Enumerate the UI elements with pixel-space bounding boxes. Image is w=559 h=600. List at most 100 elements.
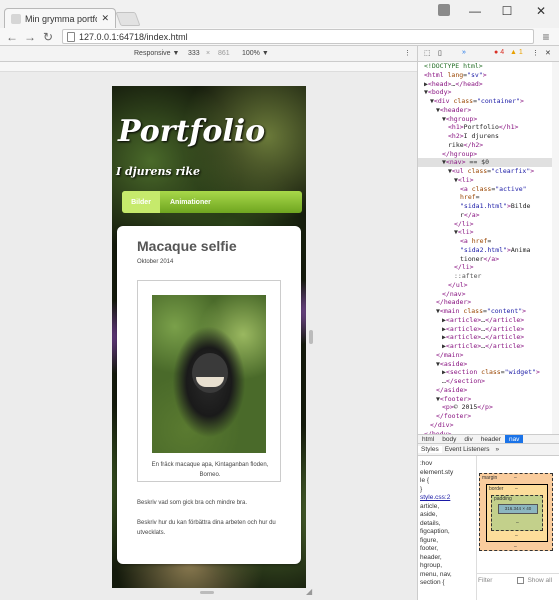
dom-node-line[interactable]: </li>	[418, 263, 552, 272]
box-model-content: 316.344 × 40	[498, 504, 538, 514]
dom-node-line[interactable]: ▼<body>	[418, 88, 552, 97]
dom-node-line[interactable]: ▶<section class="widget">	[418, 368, 552, 377]
dom-node-line[interactable]: ▶<article>…</article>	[418, 325, 552, 334]
dom-node-line[interactable]: <p>© 2015</p>	[418, 403, 552, 412]
dom-node-line[interactable]: </header>	[418, 298, 552, 307]
viewport-height-input[interactable]: 861	[218, 50, 230, 57]
user-icon[interactable]	[438, 4, 450, 16]
menu-icon[interactable]: ≡	[538, 29, 554, 45]
nav-link-animationer[interactable]: Animationer	[160, 199, 211, 206]
url-field[interactable]: 127.0.0.1:64718/index.html	[62, 29, 534, 44]
minimize-icon[interactable]: —	[460, 0, 490, 22]
dom-node-line[interactable]: ▼<header>	[418, 106, 552, 115]
dom-node-line[interactable]: ▶<article>…</article>	[418, 316, 552, 325]
elements-tree[interactable]: <!DOCTYPE html> <html lang="sv"> ▶<head>…<…	[418, 62, 552, 434]
filter-input[interactable]: Filter	[478, 577, 492, 584]
zoom-select[interactable]: 100% ▼	[242, 50, 269, 57]
dom-node-line[interactable]: "sida2.html">Anima	[418, 246, 552, 255]
reload-icon[interactable]: ↻	[40, 29, 56, 45]
panels-more-icon[interactable]: »	[462, 49, 466, 56]
styles-pane[interactable]: :hov element.sty le {} style.css:2 article, a…	[418, 456, 476, 600]
dom-node-line[interactable]: <!DOCTYPE html>	[418, 62, 552, 71]
dom-node-line[interactable]: </main>	[418, 351, 552, 360]
breadcrumb-header[interactable]: header	[477, 435, 505, 443]
elements-scrollbar[interactable]	[552, 62, 559, 434]
dom-node-line[interactable]: ::after	[418, 272, 552, 281]
dom-node-line[interactable]: </ul>	[418, 281, 552, 290]
style-filter[interactable]: Filter Show all	[476, 573, 559, 587]
resize-corner-icon[interactable]: ◢	[306, 587, 312, 596]
error-count[interactable]: ● 4	[494, 49, 504, 56]
breadcrumb-div[interactable]: div	[460, 435, 476, 443]
dom-node-line[interactable]: …</section>	[418, 377, 552, 386]
device-toggle-icon[interactable]: ▯	[438, 49, 442, 57]
dom-node-line[interactable]: </hgroup>	[418, 150, 552, 159]
devtools-toolbar: ⬚ ▯ » ● 4 ▲ 1 ⋮ ✕	[418, 46, 559, 62]
dom-node-line[interactable]: <a href=	[418, 237, 552, 246]
dom-node-line[interactable]: tioner</a>	[418, 255, 552, 264]
margin-bottom-value: –	[514, 544, 517, 550]
devtools-close-icon[interactable]: ✕	[545, 49, 551, 57]
dom-node-line[interactable]: <h2>I djurens	[418, 132, 552, 141]
site-subtitle: I djurens rike	[116, 165, 201, 178]
browser-tab[interactable]: Min grymma portfolio ✕	[4, 8, 116, 28]
warning-count[interactable]: ▲ 1	[510, 49, 523, 56]
dom-node-line[interactable]: ▼<li>	[418, 176, 552, 185]
resize-handle-bottom[interactable]	[200, 591, 214, 594]
dom-node-line[interactable]: </footer>	[418, 412, 552, 421]
forward-arrow-icon[interactable]: →	[22, 29, 38, 45]
dom-node-line[interactable]: </li>	[418, 220, 552, 229]
inspect-element-icon[interactable]: ⬚	[424, 49, 431, 57]
dom-node-line[interactable]: </div>	[418, 421, 552, 430]
dom-node-line[interactable]: ▼<footer>	[418, 395, 552, 404]
breadcrumb-nav[interactable]: nav	[504, 435, 524, 443]
back-arrow-icon[interactable]: ←	[4, 29, 20, 45]
media-query-ruler	[0, 62, 417, 72]
dom-node-line[interactable]: "sida1.html">Bilde	[418, 202, 552, 211]
maximize-icon[interactable]: ☐	[492, 0, 522, 22]
sidebar-tabs: Styles Event Listeners »	[418, 444, 559, 456]
close-tab-icon[interactable]: ✕	[101, 13, 109, 24]
devtools-menu-icon[interactable]: ⋮	[532, 49, 539, 57]
error-count-value: 4	[500, 49, 505, 56]
more-options-icon[interactable]: ⋮	[404, 49, 411, 57]
style-rule-line: }	[420, 485, 423, 493]
devtools-panel: ⬚ ▯ » ● 4 ▲ 1 ⋮ ✕ <!DOCTYPE html> <html l…	[417, 46, 559, 600]
article-card: Macaque selfie Oktober 2014 En fräck mac…	[117, 226, 301, 564]
dom-node-line[interactable]: ▼<aside>	[418, 360, 552, 369]
dom-node-line[interactable]: r</a>	[418, 211, 552, 220]
dom-node-line[interactable]: <a class="active"	[418, 185, 552, 194]
dom-node-line[interactable]: <h1>Portfolio</h1>	[418, 123, 552, 132]
show-all-checkbox[interactable]	[517, 577, 525, 584]
tab-event-listeners[interactable]: Event Listeners	[442, 446, 493, 453]
dom-node-line[interactable]: ▼<nav> == $0	[418, 158, 552, 167]
tab-more[interactable]: »	[493, 446, 503, 453]
border-top-value: –	[515, 486, 518, 492]
new-tab-button[interactable]	[115, 12, 141, 26]
dom-node-line[interactable]: ▼<div class="container">	[418, 97, 552, 106]
dom-node-line[interactable]: ▶<article>…</article>	[418, 342, 552, 351]
dom-node-line[interactable]: </nav>	[418, 290, 552, 299]
dom-node-line[interactable]: ▼<main class="content">	[418, 307, 552, 316]
viewport-width-input[interactable]: 333	[188, 50, 200, 57]
dom-node-line[interactable]: rike</h2>	[418, 141, 552, 150]
tab-styles[interactable]: Styles	[418, 446, 442, 453]
page-info-icon[interactable]	[67, 31, 75, 42]
style-rule-line: le {	[420, 477, 430, 484]
dom-node-line[interactable]: ▼<li>	[418, 228, 552, 237]
dom-node-line[interactable]: </aside>	[418, 386, 552, 395]
dom-node-line[interactable]: ▼<ul class="clearfix">	[418, 167, 552, 176]
style-rule-line: aside,	[420, 511, 438, 518]
dom-node-line[interactable]: href=	[418, 193, 552, 202]
dom-node-line[interactable]: ▶<head>…</head>	[418, 80, 552, 89]
device-mode-select[interactable]: Responsive ▼	[134, 50, 179, 57]
breadcrumb-body[interactable]: body	[438, 435, 460, 443]
close-window-icon[interactable]: ✕	[526, 0, 556, 22]
resize-handle-right[interactable]	[309, 330, 313, 344]
dom-node-line[interactable]: ▼<hgroup>	[418, 115, 552, 124]
dom-node-line[interactable]: <html lang="sv">	[418, 71, 552, 80]
breadcrumb-html[interactable]: html	[418, 435, 438, 443]
style-rule-line: hgroup,	[420, 562, 443, 569]
dom-node-line[interactable]: ▶<article>…</article>	[418, 333, 552, 342]
nav-link-bilder[interactable]: Bilder	[122, 191, 160, 213]
